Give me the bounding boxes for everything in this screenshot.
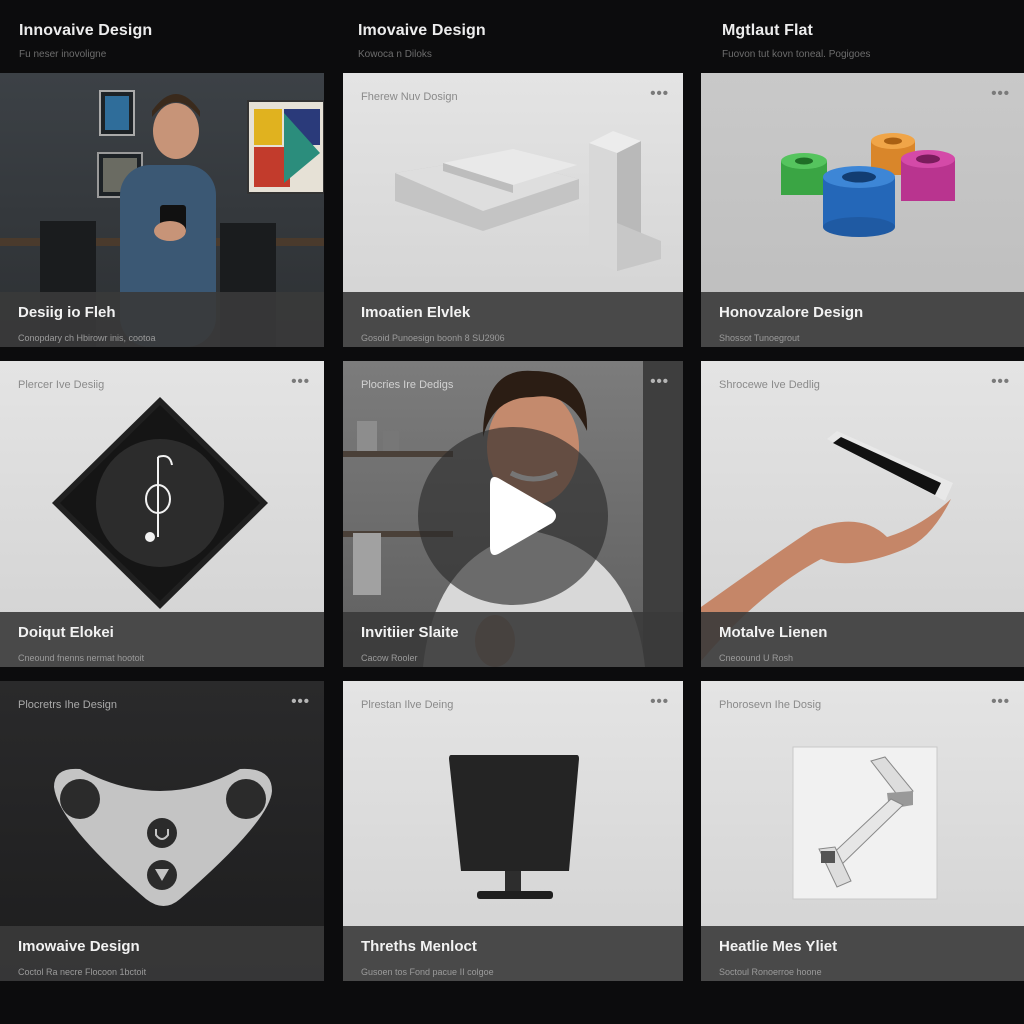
card-title: Imowaive Design (18, 938, 140, 955)
design-card[interactable]: Phorosevn Ihe Dosig ••• Heatlie Mes Ylie… (701, 681, 1024, 981)
card-tag: Plocretrs Ihe Design (18, 699, 118, 711)
more-options-icon[interactable]: ••• (291, 373, 310, 390)
card-caption: Threths Menloct Gusoen tos Fond pacue II… (343, 926, 683, 981)
design-card[interactable]: Plercer Ive Desiig ••• Doiqut Elokei Cne… (0, 361, 324, 667)
more-options-icon[interactable]: ••• (991, 693, 1010, 710)
card-tag: Plercer Ive Desiig (18, 379, 105, 391)
card-caption: Doiqut Elokei Cneound fnenns nermat hoot… (0, 612, 324, 667)
design-card[interactable]: Plrestan Ilve Deing ••• Threths Menloct … (343, 681, 683, 981)
more-options-icon[interactable]: ••• (991, 373, 1010, 390)
card-tag: Plocries Ire Dedigs (361, 379, 454, 391)
card-subtitle: Gosoid Punoesign boonh 8 SU2906 (361, 333, 505, 343)
card-caption: Imoatien Elvlek Gosoid Punoesign boonh 8… (343, 292, 683, 347)
more-options-icon[interactable]: ••• (650, 693, 669, 710)
card-title: Invitiier Slaite (361, 624, 459, 641)
play-icon (418, 427, 608, 605)
card-title: Motalve Lienen (719, 624, 828, 641)
card-title: Doiqut Elokei (18, 624, 114, 641)
card-subtitle: Soctoul Ronoerroe hoone (719, 967, 822, 977)
design-card[interactable]: Desiig io Fleh Conopdary ch Hbirowr inis… (0, 73, 324, 347)
card-subtitle: Cneound fnenns nermat hootoit (18, 653, 145, 663)
column-header-1: Innovaive Design Fu neser inovoligne (19, 22, 152, 60)
card-tag: Fherew Nuv Dosign (361, 91, 458, 103)
column-title: Mgtlaut Flat (722, 22, 813, 39)
card-title: Desiig io Fleh (18, 304, 116, 321)
card-caption: Motalve Lienen Cneoound U Rosh (701, 612, 1024, 667)
design-card[interactable]: Plocretrs Ihe Design ••• Imowaive Design… (0, 681, 324, 981)
design-card[interactable]: Shrocewe Ive Dedlig ••• Motalve Lienen C… (701, 361, 1024, 667)
card-subtitle: Cacow Rooler (361, 653, 418, 663)
card-caption: Desiig io Fleh Conopdary ch Hbirowr inis… (0, 292, 324, 347)
column-subtitle: Kowoca n Diloks (358, 49, 432, 60)
card-caption: Invitiier Slaite Cacow Rooler (343, 612, 683, 667)
card-subtitle: Shossot Tunoegrout (719, 333, 800, 343)
card-title: Heatlie Mes Yliet (719, 938, 838, 955)
card-subtitle: Conopdary ch Hbirowr inis, cootoa (18, 333, 156, 343)
card-caption: Heatlie Mes Yliet Soctoul Ronoerroe hoon… (701, 926, 1024, 981)
more-options-icon[interactable]: ••• (650, 85, 669, 102)
card-title: Honovzalore Design (719, 304, 864, 321)
column-subtitle: Fuovon tut kovn toneal. Pogigoes (722, 49, 871, 60)
more-options-icon[interactable]: ••• (291, 693, 310, 710)
more-options-icon[interactable]: ••• (650, 373, 669, 390)
card-title: Imoatien Elvlek (361, 304, 471, 321)
design-card[interactable]: Fherew Nuv Dosign ••• Imoatien Elvlek Go… (343, 73, 683, 347)
column-header-2: Imovaive Design Kowoca n Diloks (358, 22, 486, 60)
card-subtitle: Coctol Ra necre Flocoon 1bctoit (18, 967, 147, 977)
card-title: Threths Menloct (361, 938, 477, 955)
card-caption: Honovzalore Design Shossot Tunoegrout (701, 292, 1024, 347)
design-card[interactable]: ••• Honovzalore Design Shossot Tunoegrou… (701, 73, 1024, 347)
video-card[interactable]: Plocries Ire Dedigs ••• Invitiier Slaite… (343, 361, 683, 667)
column-title: Innovaive Design (19, 22, 153, 39)
card-tag: Plrestan Ilve Deing (361, 699, 454, 711)
more-options-icon[interactable]: ••• (991, 85, 1010, 102)
card-subtitle: Cneoound U Rosh (719, 653, 794, 663)
card-caption: Imowaive Design Coctol Ra necre Flocoon … (0, 926, 324, 981)
column-subtitle: Fu neser inovoligne (19, 49, 107, 60)
card-tag: Shrocewe Ive Dedlig (719, 379, 820, 391)
card-tag: Phorosevn Ihe Dosig (719, 699, 822, 711)
column-title: Imovaive Design (358, 22, 486, 39)
card-subtitle: Gusoen tos Fond pacue II colgoe (361, 967, 494, 977)
gallery-page: Innovaive Design Fu neser inovoligne Imo… (0, 0, 1024, 1024)
column-header-3: Mgtlaut Flat Fuovon tut kovn toneal. Pog… (722, 22, 870, 60)
play-button[interactable] (418, 427, 608, 605)
